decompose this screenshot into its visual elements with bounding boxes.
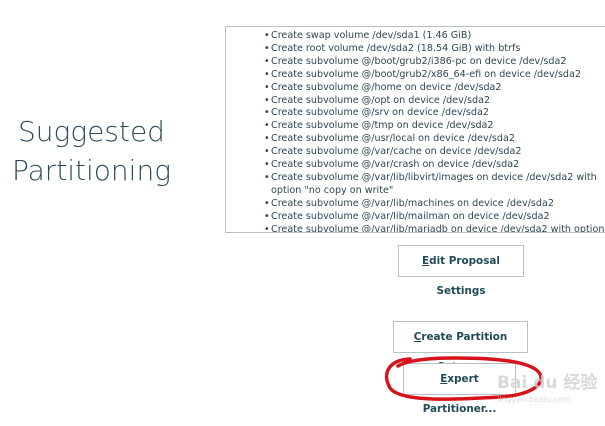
proposal-item-text: Create subvolume @/srv on device /dev/sd…: [271, 107, 489, 119]
proposal-item-text: Create subvolume @/var/lib/mailman on de…: [271, 210, 550, 222]
bullet-icon: •: [264, 120, 270, 132]
proposal-item-text: Create swap volume /dev/sda1 (1.46 GiB): [271, 30, 472, 41]
proposal-item: • Create subvolume @/var/cache on device …: [264, 146, 605, 159]
bullet-icon: •: [264, 171, 270, 183]
bullet-icon: •: [264, 55, 270, 67]
edit-proposal-settings-label: dit Proposal Settings: [429, 255, 500, 297]
proposal-item-text: Create subvolume @/var/crash on device /…: [271, 159, 520, 171]
proposal-item-text: Create subvolume @/var/lib/mariadb on de…: [271, 223, 605, 233]
bullet-icon: •: [264, 68, 270, 80]
proposal-item-text: Create subvolume @/boot/grub2/i386-pc on…: [271, 55, 567, 67]
expert-partitioner-button[interactable]: Expert Partitioner...: [403, 363, 516, 415]
bullet-icon: •: [264, 94, 270, 106]
proposal-item: • Create subvolume @/boot/grub2/x86_64-ef…: [264, 69, 605, 82]
proposal-item-text: Create subvolume @/var/lib/libvirt/image…: [271, 171, 597, 196]
bullet-icon: •: [264, 223, 270, 233]
proposal-item: • Create subvolume @/var/lib/mariadb on d…: [264, 223, 605, 233]
proposal-item-text: Create subvolume @/var/lib/machines on d…: [271, 197, 554, 209]
proposal-item: • Create root volume /dev/sda2 (18.54 GiB…: [264, 43, 605, 56]
page-title-line-1: Suggested: [18, 115, 165, 148]
proposal-item: • Create swap volume /dev/sda1 (1.46 GiB): [264, 30, 605, 43]
watermark-url: jingyan.baidu.com: [497, 395, 571, 404]
edit-proposal-settings-button[interactable]: Edit Proposal Settings: [398, 245, 524, 297]
expert-partitioner-label: xpert Partitioner...: [422, 373, 497, 415]
proposal-item: • Create subvolume @/srv on device /dev/s…: [264, 107, 605, 120]
proposal-item: • Create subvolume @/var/lib/machines on …: [264, 198, 605, 211]
proposal-item-text: Create subvolume @/var/cache on device /…: [271, 146, 522, 158]
proposal-item: • Create subvolume @/usr/local on device …: [264, 133, 605, 146]
bullet-icon: •: [264, 133, 270, 145]
page-title: Suggested Partitioning: [4, 112, 179, 190]
bullet-icon: •: [264, 159, 270, 171]
proposal-item: • Create subvolume @/opt on device /dev/s…: [264, 95, 605, 108]
proposal-item-text: Create subvolume @/tmp on device /dev/sd…: [271, 120, 494, 132]
bullet-icon: •: [264, 42, 270, 54]
proposal-item-text: Create subvolume @/boot/grub2/x86_64-efi…: [271, 68, 581, 80]
bullet-icon: •: [264, 197, 270, 209]
page-title-line-2: Partitioning: [11, 154, 172, 187]
bullet-icon: •: [264, 107, 270, 119]
proposal-item: • Create subvolume @/var/lib/mailman on d…: [264, 211, 605, 224]
bullet-icon: •: [264, 146, 270, 158]
create-partition-setup-button[interactable]: Create Partition Setup...: [393, 321, 528, 373]
proposal-item: • Create subvolume @/var/crash on device …: [264, 159, 605, 172]
proposal-item: • Create subvolume @/boot/grub2/i386-pc o…: [264, 56, 605, 69]
partition-proposal-list[interactable]: • Create swap volume /dev/sda1 (1.46 GiB)…: [225, 26, 605, 233]
proposal-item-text: Create subvolume @/home on device /dev/s…: [271, 81, 502, 93]
proposal-item: • Create subvolume @/var/lib/libvirt/imag…: [264, 172, 605, 198]
proposal-items: • Create swap volume /dev/sda1 (1.46 GiB)…: [226, 27, 605, 233]
proposal-item-text: Create subvolume @/opt on device /dev/sd…: [271, 94, 491, 106]
proposal-item: • Create subvolume @/tmp on device /dev/s…: [264, 120, 605, 133]
proposal-item-text: Create root volume /dev/sda2 (18.54 GiB)…: [271, 42, 521, 54]
proposal-item-text: Create subvolume @/usr/local on device /…: [271, 133, 515, 145]
bullet-icon: •: [264, 210, 270, 222]
bullet-icon: •: [264, 81, 270, 93]
bullet-icon: •: [264, 30, 270, 41]
proposal-item: • Create subvolume @/home on device /dev/…: [264, 82, 605, 95]
